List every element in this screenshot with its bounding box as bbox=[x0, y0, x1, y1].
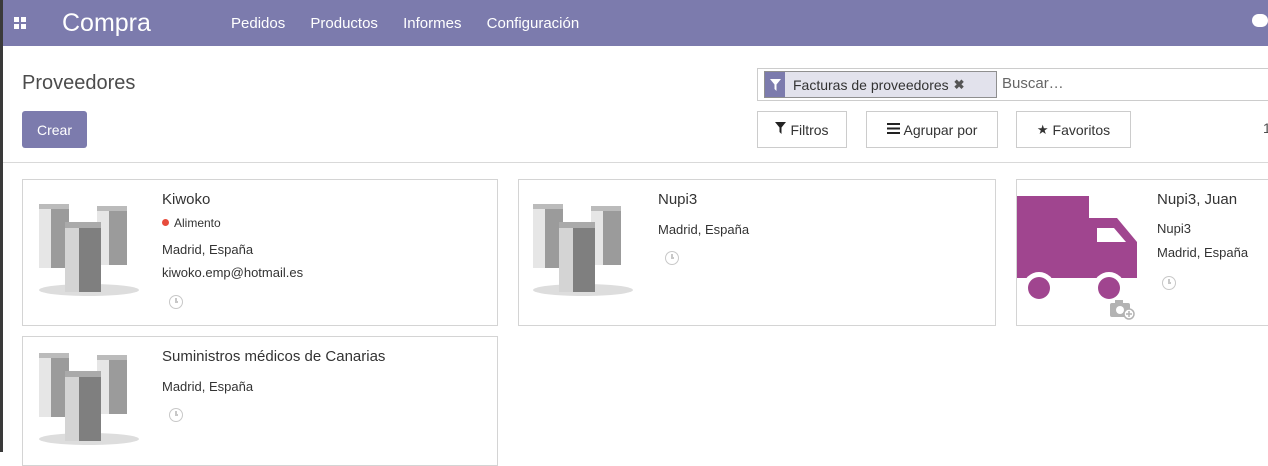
company-building-icon bbox=[39, 204, 139, 296]
vendor-location: Madrid, España bbox=[658, 222, 750, 237]
star-icon: ★ bbox=[1036, 121, 1049, 137]
menu-item-productos[interactable]: Productos bbox=[310, 15, 378, 32]
control-panel: Proveedores Crear Facturas de proveedore… bbox=[0, 46, 1268, 163]
category-tag-label: Alimento bbox=[174, 216, 221, 230]
vendor-name: Kiwoko bbox=[162, 191, 211, 208]
company-building-icon bbox=[533, 204, 633, 296]
group-by-label: Agrupar por bbox=[903, 121, 978, 138]
activity-clock-icon[interactable] bbox=[169, 295, 183, 309]
category-tag: Alimento bbox=[162, 216, 221, 230]
camera-upload-icon[interactable] bbox=[1109, 298, 1135, 320]
vendor-company: Nupi3 bbox=[1157, 221, 1191, 236]
vendor-email: kiwoko.emp@hotmail.es bbox=[162, 265, 304, 280]
menu-item-pedidos[interactable]: Pedidos bbox=[231, 15, 285, 32]
vendor-name: Nupi3, Juan bbox=[1157, 191, 1238, 208]
company-building-icon bbox=[39, 353, 139, 445]
activity-clock-icon[interactable] bbox=[1162, 276, 1176, 290]
create-button[interactable]: Crear bbox=[22, 111, 87, 148]
activity-clock-icon[interactable] bbox=[169, 408, 183, 422]
vendor-location: Madrid, España bbox=[162, 242, 254, 257]
bars-icon bbox=[886, 122, 900, 137]
vendor-location: Madrid, España bbox=[162, 379, 254, 394]
group-by-button[interactable]: Agrupar por bbox=[866, 111, 998, 148]
vendor-card[interactable]: Nupi3 Madrid, España bbox=[518, 179, 996, 326]
page-title: Proveedores bbox=[22, 72, 136, 94]
top-navbar: Compra Pedidos Productos Informes Config… bbox=[0, 0, 1268, 46]
main-menu: Pedidos Productos Informes Configuración bbox=[231, 15, 600, 32]
search-bar[interactable]: Facturas de proveedores ✖ bbox=[757, 68, 1268, 101]
tag-color-dot bbox=[162, 219, 169, 227]
favorites-label: Favoritos bbox=[1052, 121, 1111, 138]
vendor-card[interactable]: Nupi3, Juan Nupi3 Madrid, España bbox=[1016, 179, 1268, 326]
vendor-name: Nupi3 bbox=[658, 191, 698, 208]
filters-label: Filtros bbox=[790, 121, 829, 138]
facet-remove-icon[interactable]: ✖ bbox=[949, 77, 965, 93]
delivery-truck-icon bbox=[1017, 196, 1137, 304]
vendor-location: Madrid, España bbox=[1157, 245, 1249, 260]
app-name[interactable]: Compra bbox=[62, 9, 151, 38]
pager-value[interactable]: 1 bbox=[1263, 120, 1268, 136]
search-facet[interactable]: Facturas de proveedores ✖ bbox=[764, 71, 997, 98]
menu-item-configuracion[interactable]: Configuración bbox=[487, 15, 580, 32]
filter-icon bbox=[775, 122, 787, 137]
vendor-card[interactable]: Suministros médicos de Canarias Madrid, … bbox=[22, 336, 498, 466]
activity-clock-icon[interactable] bbox=[665, 251, 679, 265]
search-input[interactable] bbox=[1000, 74, 1244, 93]
vendor-card[interactable]: Kiwoko Alimento Madrid, España kiwoko.em… bbox=[22, 179, 498, 326]
window-edge bbox=[0, 0, 3, 452]
chat-icon[interactable] bbox=[1252, 14, 1268, 27]
filters-button[interactable]: Filtros bbox=[757, 111, 847, 148]
search-facet-label: Facturas de proveedores bbox=[793, 76, 949, 93]
menu-item-informes[interactable]: Informes bbox=[403, 15, 461, 32]
vendor-name: Suministros médicos de Canarias bbox=[162, 348, 386, 365]
favorites-button[interactable]: ★ Favoritos bbox=[1016, 111, 1131, 148]
apps-menu-icon[interactable] bbox=[14, 17, 26, 29]
filter-icon bbox=[765, 72, 785, 97]
